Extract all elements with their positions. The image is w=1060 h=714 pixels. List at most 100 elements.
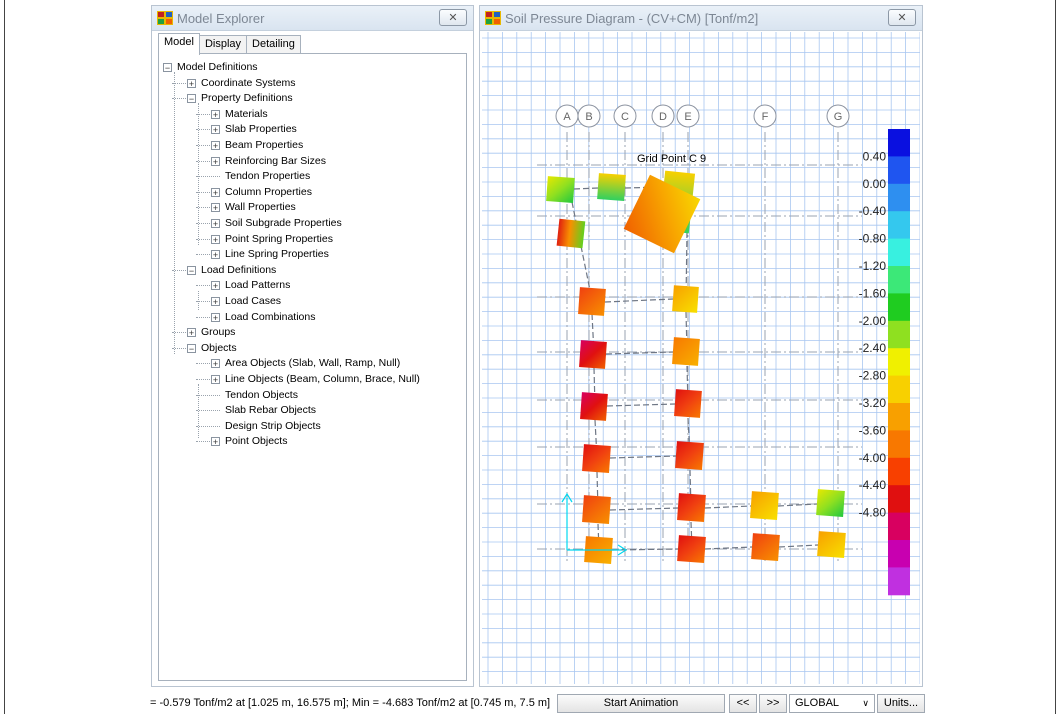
- grid-bubble-label: G: [834, 111, 843, 123]
- tree-expander-icon[interactable]: +: [211, 297, 220, 307]
- tree-node[interactable]: Soil Subgrade Properties: [225, 217, 342, 230]
- footing-patch[interactable]: [580, 392, 608, 421]
- tree-node[interactable]: Beam Properties: [225, 139, 303, 152]
- units-button[interactable]: Units...: [877, 694, 925, 713]
- tree-expander-icon[interactable]: +: [211, 187, 220, 197]
- tree-node[interactable]: Slab Properties: [225, 123, 297, 136]
- tree-node[interactable]: Materials: [225, 108, 268, 121]
- tree-node[interactable]: Load Definitions: [201, 264, 276, 277]
- grid-bubble-label: B: [585, 111, 592, 123]
- tree-expander-icon[interactable]: +: [211, 375, 220, 385]
- tree-expander-icon[interactable]: −: [187, 94, 196, 104]
- tree-expander-icon[interactable]: +: [211, 141, 220, 151]
- tree-node[interactable]: Column Properties: [225, 186, 312, 199]
- tree-node[interactable]: Wall Properties: [225, 201, 296, 214]
- legend-value: -2.40: [859, 341, 887, 355]
- legend-value: -1.20: [859, 259, 887, 273]
- tree-expander-icon[interactable]: +: [211, 312, 220, 322]
- legend-value: -4.00: [859, 451, 887, 465]
- chevron-down-icon: ∨: [862, 698, 869, 708]
- tree-node[interactable]: Groups: [201, 326, 235, 339]
- tree-expander-icon[interactable]: +: [211, 109, 220, 119]
- tree-node[interactable]: Tendon Objects: [225, 389, 298, 402]
- legend-color-step: [888, 238, 910, 267]
- legend-color-step: [888, 375, 910, 404]
- legend-value: -0.80: [859, 232, 887, 246]
- legend-value: -3.60: [859, 423, 887, 437]
- tree-node[interactable]: Line Objects (Beam, Column, Brace, Null): [225, 373, 420, 386]
- footing-patch[interactable]: [677, 493, 706, 522]
- tree-expander-icon[interactable]: +: [187, 78, 196, 88]
- legend-value: -1.60: [859, 286, 887, 300]
- footing-patch[interactable]: [582, 495, 611, 524]
- status-coords: = -0.579 Tonf/m2 at [1.025 m, 16.575 m];…: [150, 697, 551, 709]
- tree-expander-icon[interactable]: +: [187, 328, 196, 338]
- tab-detailing[interactable]: Detailing: [246, 35, 301, 55]
- tree-expander-icon[interactable]: −: [163, 63, 172, 73]
- footing-patch[interactable]: [578, 287, 606, 316]
- tree-expander-icon[interactable]: +: [211, 156, 220, 166]
- legend-value: 0.40: [863, 149, 887, 163]
- tree-expander-icon[interactable]: +: [211, 281, 220, 291]
- footing-patch[interactable]: [677, 535, 706, 563]
- start-animation-button[interactable]: Start Animation: [557, 694, 725, 713]
- legend-color-step: [888, 183, 910, 212]
- legend-value: -4.80: [859, 506, 887, 520]
- tab-display[interactable]: Display: [198, 35, 248, 55]
- footing-patch[interactable]: [579, 340, 607, 369]
- footing-patch[interactable]: [674, 389, 702, 418]
- footing-patch[interactable]: [750, 491, 779, 520]
- footing-patch[interactable]: [582, 444, 611, 473]
- tree-node[interactable]: Property Definitions: [201, 92, 293, 105]
- tree-node[interactable]: Tendon Properties: [225, 170, 310, 183]
- tree-expander-icon[interactable]: +: [211, 125, 220, 135]
- diagram-close-button[interactable]: ✕: [888, 9, 916, 26]
- tree-node[interactable]: Load Combinations: [225, 311, 315, 324]
- tree-node[interactable]: Point Objects: [225, 435, 287, 448]
- tab-model[interactable]: Model: [158, 33, 200, 55]
- legend-color-step: [888, 430, 910, 459]
- tree-expander-icon[interactable]: +: [211, 203, 220, 213]
- tree-node[interactable]: Objects: [201, 342, 237, 355]
- tree-node[interactable]: Reinforcing Bar Sizes: [225, 155, 326, 168]
- tree-node[interactable]: Point Spring Properties: [225, 233, 333, 246]
- footing-patch[interactable]: [672, 337, 700, 366]
- tree-connector: [196, 394, 220, 396]
- footing-patch[interactable]: [751, 533, 780, 561]
- tree-expander-icon[interactable]: +: [211, 250, 220, 260]
- legend-color-step: [888, 567, 910, 596]
- tree-node[interactable]: Load Cases: [225, 295, 281, 308]
- footing-patch[interactable]: [816, 489, 845, 517]
- tree-expander-icon[interactable]: −: [187, 265, 196, 275]
- tree-node[interactable]: Line Spring Properties: [225, 248, 329, 261]
- soil-pressure-panel: Soil Pressure Diagram - (CV+CM) [Tonf/m2…: [479, 5, 923, 687]
- tree-expander-icon[interactable]: +: [211, 359, 220, 369]
- tree-connector: [196, 379, 210, 380]
- explorer-close-button[interactable]: ✕: [439, 9, 467, 26]
- legend-color-step: [888, 293, 910, 322]
- footing-patch[interactable]: [672, 285, 699, 313]
- tree-expander-icon[interactable]: +: [211, 234, 220, 244]
- footing-patch[interactable]: [675, 441, 704, 470]
- prev-step-button[interactable]: <<: [729, 694, 757, 713]
- tree-node[interactable]: Load Patterns: [225, 279, 290, 292]
- model-explorer-panel: Model Explorer ✕ Model Display Detailing…: [151, 5, 474, 687]
- footing-patch[interactable]: [556, 218, 586, 249]
- soil-pressure-canvas[interactable]: ABCDEFG Grid Point C 9 0.400.00-0.40-0.8…: [482, 32, 920, 684]
- footing-patch[interactable]: [546, 176, 575, 203]
- next-step-button[interactable]: >>: [759, 694, 787, 713]
- tree-node[interactable]: Coordinate Systems: [201, 77, 296, 90]
- footing-patch[interactable]: [597, 173, 626, 201]
- tree-expander-icon[interactable]: +: [211, 437, 220, 447]
- background-grid: [482, 32, 920, 684]
- tree-expander-icon[interactable]: −: [187, 343, 196, 353]
- tree-node[interactable]: Slab Rebar Objects: [225, 404, 316, 417]
- coord-system-select[interactable]: GLOBAL ∨: [789, 694, 875, 713]
- tree-node[interactable]: Design Strip Objects: [225, 420, 321, 433]
- tree-expander-icon[interactable]: +: [211, 219, 220, 229]
- tree-node[interactable]: Area Objects (Slab, Wall, Ramp, Null): [225, 357, 400, 370]
- status-bar: = -0.579 Tonf/m2 at [1.025 m, 16.575 m];…: [0, 693, 1060, 714]
- grid-bubble-label: F: [762, 111, 769, 123]
- tree-node[interactable]: Model Definitions: [177, 61, 258, 74]
- footing-patch[interactable]: [817, 531, 846, 558]
